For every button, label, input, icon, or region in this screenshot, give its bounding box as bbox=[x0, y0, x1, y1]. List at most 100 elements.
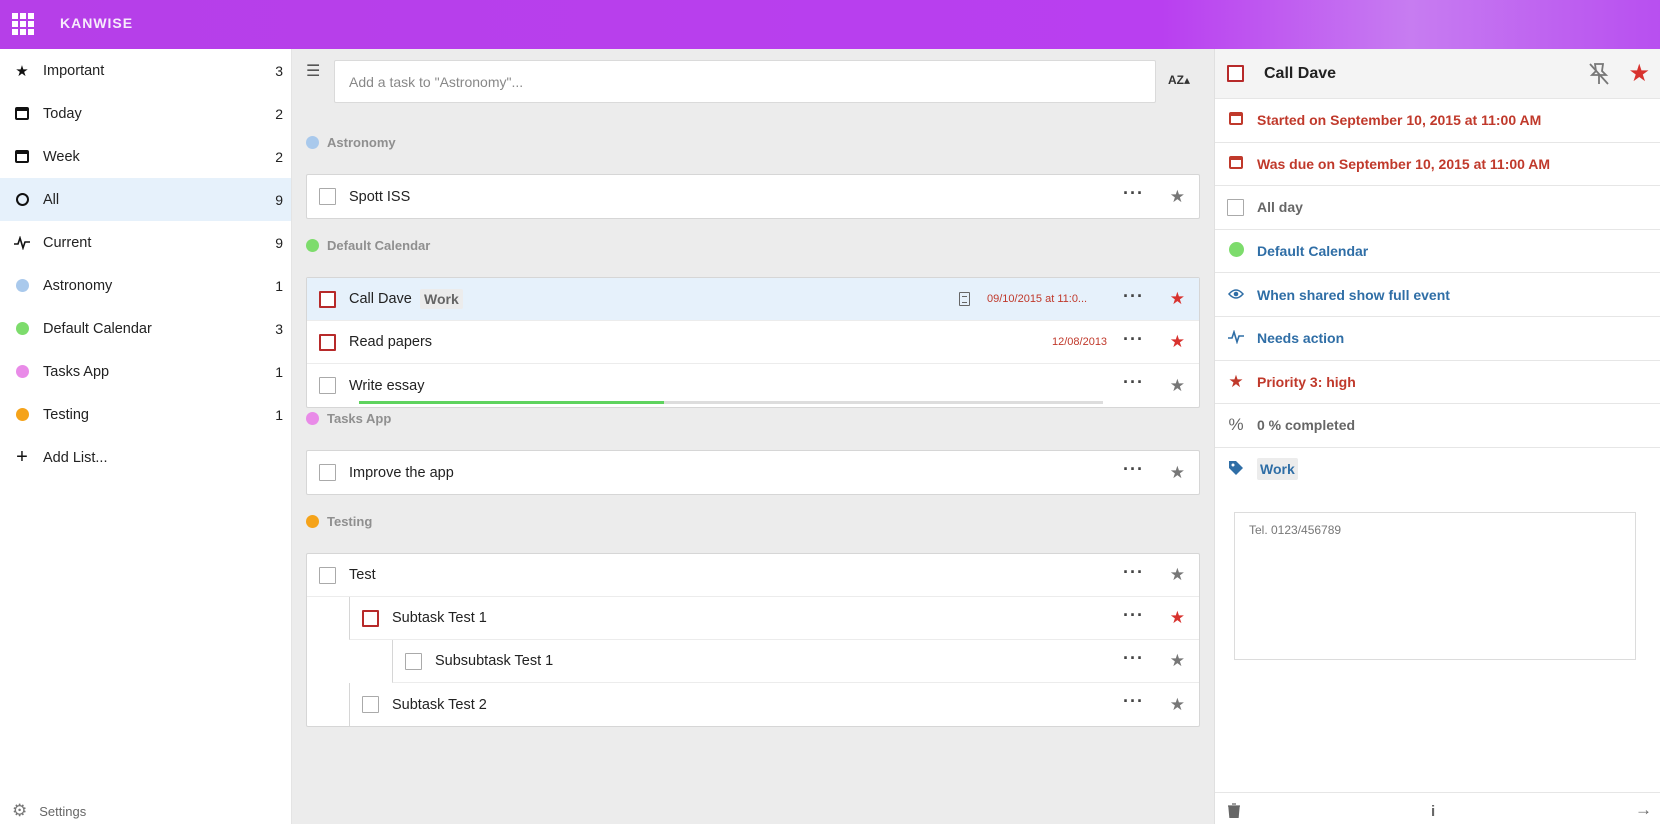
add-list-button[interactable]: + Add List... bbox=[0, 436, 291, 479]
task-checkbox[interactable] bbox=[319, 333, 336, 351]
more-options-icon[interactable]: ··· bbox=[1123, 373, 1144, 391]
sidebar-item-default-calendar[interactable]: Default Calendar 3 bbox=[0, 307, 291, 350]
all-day-checkbox[interactable] bbox=[1227, 198, 1244, 216]
star-icon[interactable]: ★ bbox=[1170, 187, 1185, 207]
star-icon[interactable]: ★ bbox=[1170, 565, 1185, 585]
more-options-icon[interactable]: ··· bbox=[1123, 184, 1144, 202]
task-checkbox[interactable] bbox=[319, 566, 336, 584]
sort-button[interactable]: AZ▴ bbox=[1168, 73, 1190, 87]
task-checkbox[interactable] bbox=[362, 696, 379, 713]
sidebar-item-label: Important bbox=[43, 62, 105, 79]
more-options-icon[interactable]: ··· bbox=[1123, 563, 1144, 581]
detail-completed[interactable]: % 0 % completed bbox=[1215, 403, 1660, 447]
more-options-icon[interactable]: ··· bbox=[1123, 606, 1144, 624]
add-task-input[interactable] bbox=[334, 60, 1156, 103]
sidebar-item-count: 1 bbox=[275, 363, 283, 380]
sidebar-item-testing[interactable]: Testing 1 bbox=[0, 393, 291, 436]
star-icon[interactable]: ★ bbox=[1170, 463, 1185, 483]
sidebar-item-tasks-app[interactable]: Tasks App 1 bbox=[0, 350, 291, 393]
sidebar-item-count: 3 bbox=[275, 62, 283, 79]
task-row[interactable]: Read papers 12/08/2013 ··· ★ bbox=[307, 321, 1199, 364]
detail-checkbox[interactable] bbox=[1227, 65, 1244, 82]
sidebar-item-current[interactable]: Current 9 bbox=[0, 221, 291, 264]
task-checkbox[interactable] bbox=[319, 377, 336, 394]
settings-button[interactable]: ⚙ Settings bbox=[12, 801, 86, 821]
group-default-calendar: Call Dave Work 09/10/2015 at 11:0... ···… bbox=[306, 277, 1200, 408]
more-options-icon[interactable]: ··· bbox=[1123, 460, 1144, 478]
app-logo: KANWISE bbox=[60, 15, 134, 31]
star-icon[interactable]: ★ bbox=[1170, 376, 1185, 396]
pulse-icon bbox=[14, 235, 30, 251]
task-checkbox[interactable] bbox=[362, 609, 379, 627]
more-options-icon[interactable]: ··· bbox=[1123, 649, 1144, 667]
task-row[interactable]: Spott ISS ··· ★ bbox=[307, 175, 1199, 218]
trash-icon[interactable] bbox=[1227, 803, 1241, 822]
detail-tags[interactable]: Work bbox=[1215, 446, 1660, 491]
pulse-icon bbox=[1227, 329, 1245, 347]
task-row[interactable]: Call Dave Work 09/10/2015 at 11:0... ···… bbox=[307, 278, 1199, 321]
list-color-dot-icon bbox=[14, 364, 30, 380]
detail-visibility[interactable]: When shared show full event bbox=[1215, 272, 1660, 316]
arrow-right-icon[interactable]: → bbox=[1635, 800, 1652, 820]
info-icon[interactable]: i bbox=[1431, 803, 1435, 820]
task-progress-fill bbox=[359, 401, 665, 404]
group-name: Testing bbox=[327, 514, 373, 529]
calendar-start-icon bbox=[1227, 112, 1245, 128]
sidebar-item-all[interactable]: All 9 bbox=[0, 178, 291, 221]
star-icon[interactable]: ★ bbox=[1170, 289, 1185, 309]
task-row[interactable]: Test ··· ★ bbox=[307, 554, 1199, 597]
task-detail-pane: Call Dave ★ Started on September 10, 201… bbox=[1214, 49, 1660, 824]
calendar-icon bbox=[14, 106, 30, 122]
more-options-icon[interactable]: ··· bbox=[1123, 287, 1144, 305]
circle-icon bbox=[14, 192, 30, 208]
tag-pill[interactable]: Work bbox=[1257, 458, 1298, 481]
task-title: Improve the app bbox=[349, 464, 454, 481]
unpin-icon[interactable] bbox=[1588, 62, 1610, 92]
group-header-default-calendar: Default Calendar bbox=[306, 238, 430, 253]
detail-title[interactable]: Call Dave bbox=[1264, 65, 1336, 83]
due-date-text: Was due on September 10, 2015 at 11:00 A… bbox=[1257, 155, 1551, 172]
star-icon[interactable]: ★ bbox=[1170, 651, 1185, 671]
subtask-row[interactable]: Subtask Test 2 ··· ★ bbox=[349, 683, 1199, 726]
sidebar-item-count: 9 bbox=[275, 234, 283, 251]
star-icon: ★ bbox=[15, 62, 29, 80]
detail-status[interactable]: Needs action bbox=[1215, 315, 1660, 360]
list-color-dot-icon bbox=[306, 412, 319, 425]
detail-header: Call Dave ★ bbox=[1215, 49, 1660, 98]
tag-icon bbox=[1227, 460, 1245, 479]
task-checkbox[interactable] bbox=[319, 290, 336, 308]
star-icon[interactable]: ★ bbox=[1170, 332, 1185, 352]
sidebar-item-astronomy[interactable]: Astronomy 1 bbox=[0, 264, 291, 307]
start-date-text: Started on September 10, 2015 at 11:00 A… bbox=[1257, 112, 1542, 129]
star-icon[interactable]: ★ bbox=[1170, 695, 1185, 715]
task-checkbox[interactable] bbox=[319, 464, 336, 481]
detail-calendar[interactable]: Default Calendar bbox=[1215, 228, 1660, 273]
detail-start-date[interactable]: Started on September 10, 2015 at 11:00 A… bbox=[1215, 98, 1660, 142]
more-options-icon[interactable]: ··· bbox=[1123, 692, 1144, 710]
visibility-text: When shared show full event bbox=[1257, 286, 1450, 303]
app-grid-icon[interactable] bbox=[12, 13, 34, 35]
sidebar-item-week[interactable]: Week 2 bbox=[0, 135, 291, 178]
star-icon[interactable]: ★ bbox=[1170, 608, 1185, 628]
detail-priority[interactable]: ★ Priority 3: high bbox=[1215, 359, 1660, 404]
task-checkbox[interactable] bbox=[319, 188, 336, 205]
subtask-row[interactable]: Subtask Test 1 ··· ★ bbox=[349, 597, 1199, 640]
sidebar-item-today[interactable]: Today 2 bbox=[0, 92, 291, 135]
sidebar-item-label: All bbox=[43, 191, 60, 208]
task-row[interactable]: Improve the app ··· ★ bbox=[307, 451, 1199, 494]
star-icon[interactable]: ★ bbox=[1628, 59, 1650, 88]
subsubtask-row[interactable]: Subsubtask Test 1 ··· ★ bbox=[392, 640, 1199, 683]
star-icon: ★ bbox=[1228, 371, 1244, 391]
detail-all-day[interactable]: All day bbox=[1215, 185, 1660, 229]
notes-field[interactable]: Tel. 0123/456789 bbox=[1234, 512, 1636, 660]
more-options-icon[interactable]: ··· bbox=[1123, 330, 1144, 348]
sidebar-item-count: 9 bbox=[275, 191, 283, 208]
sidebar-item-important[interactable]: ★ Important 3 bbox=[0, 49, 291, 92]
task-row[interactable]: Write essay ··· ★ bbox=[307, 364, 1199, 407]
task-checkbox[interactable] bbox=[405, 652, 422, 670]
list-color-dot-icon bbox=[14, 407, 30, 423]
detail-due-date[interactable]: Was due on September 10, 2015 at 11:00 A… bbox=[1215, 141, 1660, 186]
task-title: Test bbox=[349, 567, 376, 583]
menu-icon[interactable]: ☰ bbox=[306, 61, 320, 81]
sidebar-item-label: Testing bbox=[43, 406, 89, 423]
